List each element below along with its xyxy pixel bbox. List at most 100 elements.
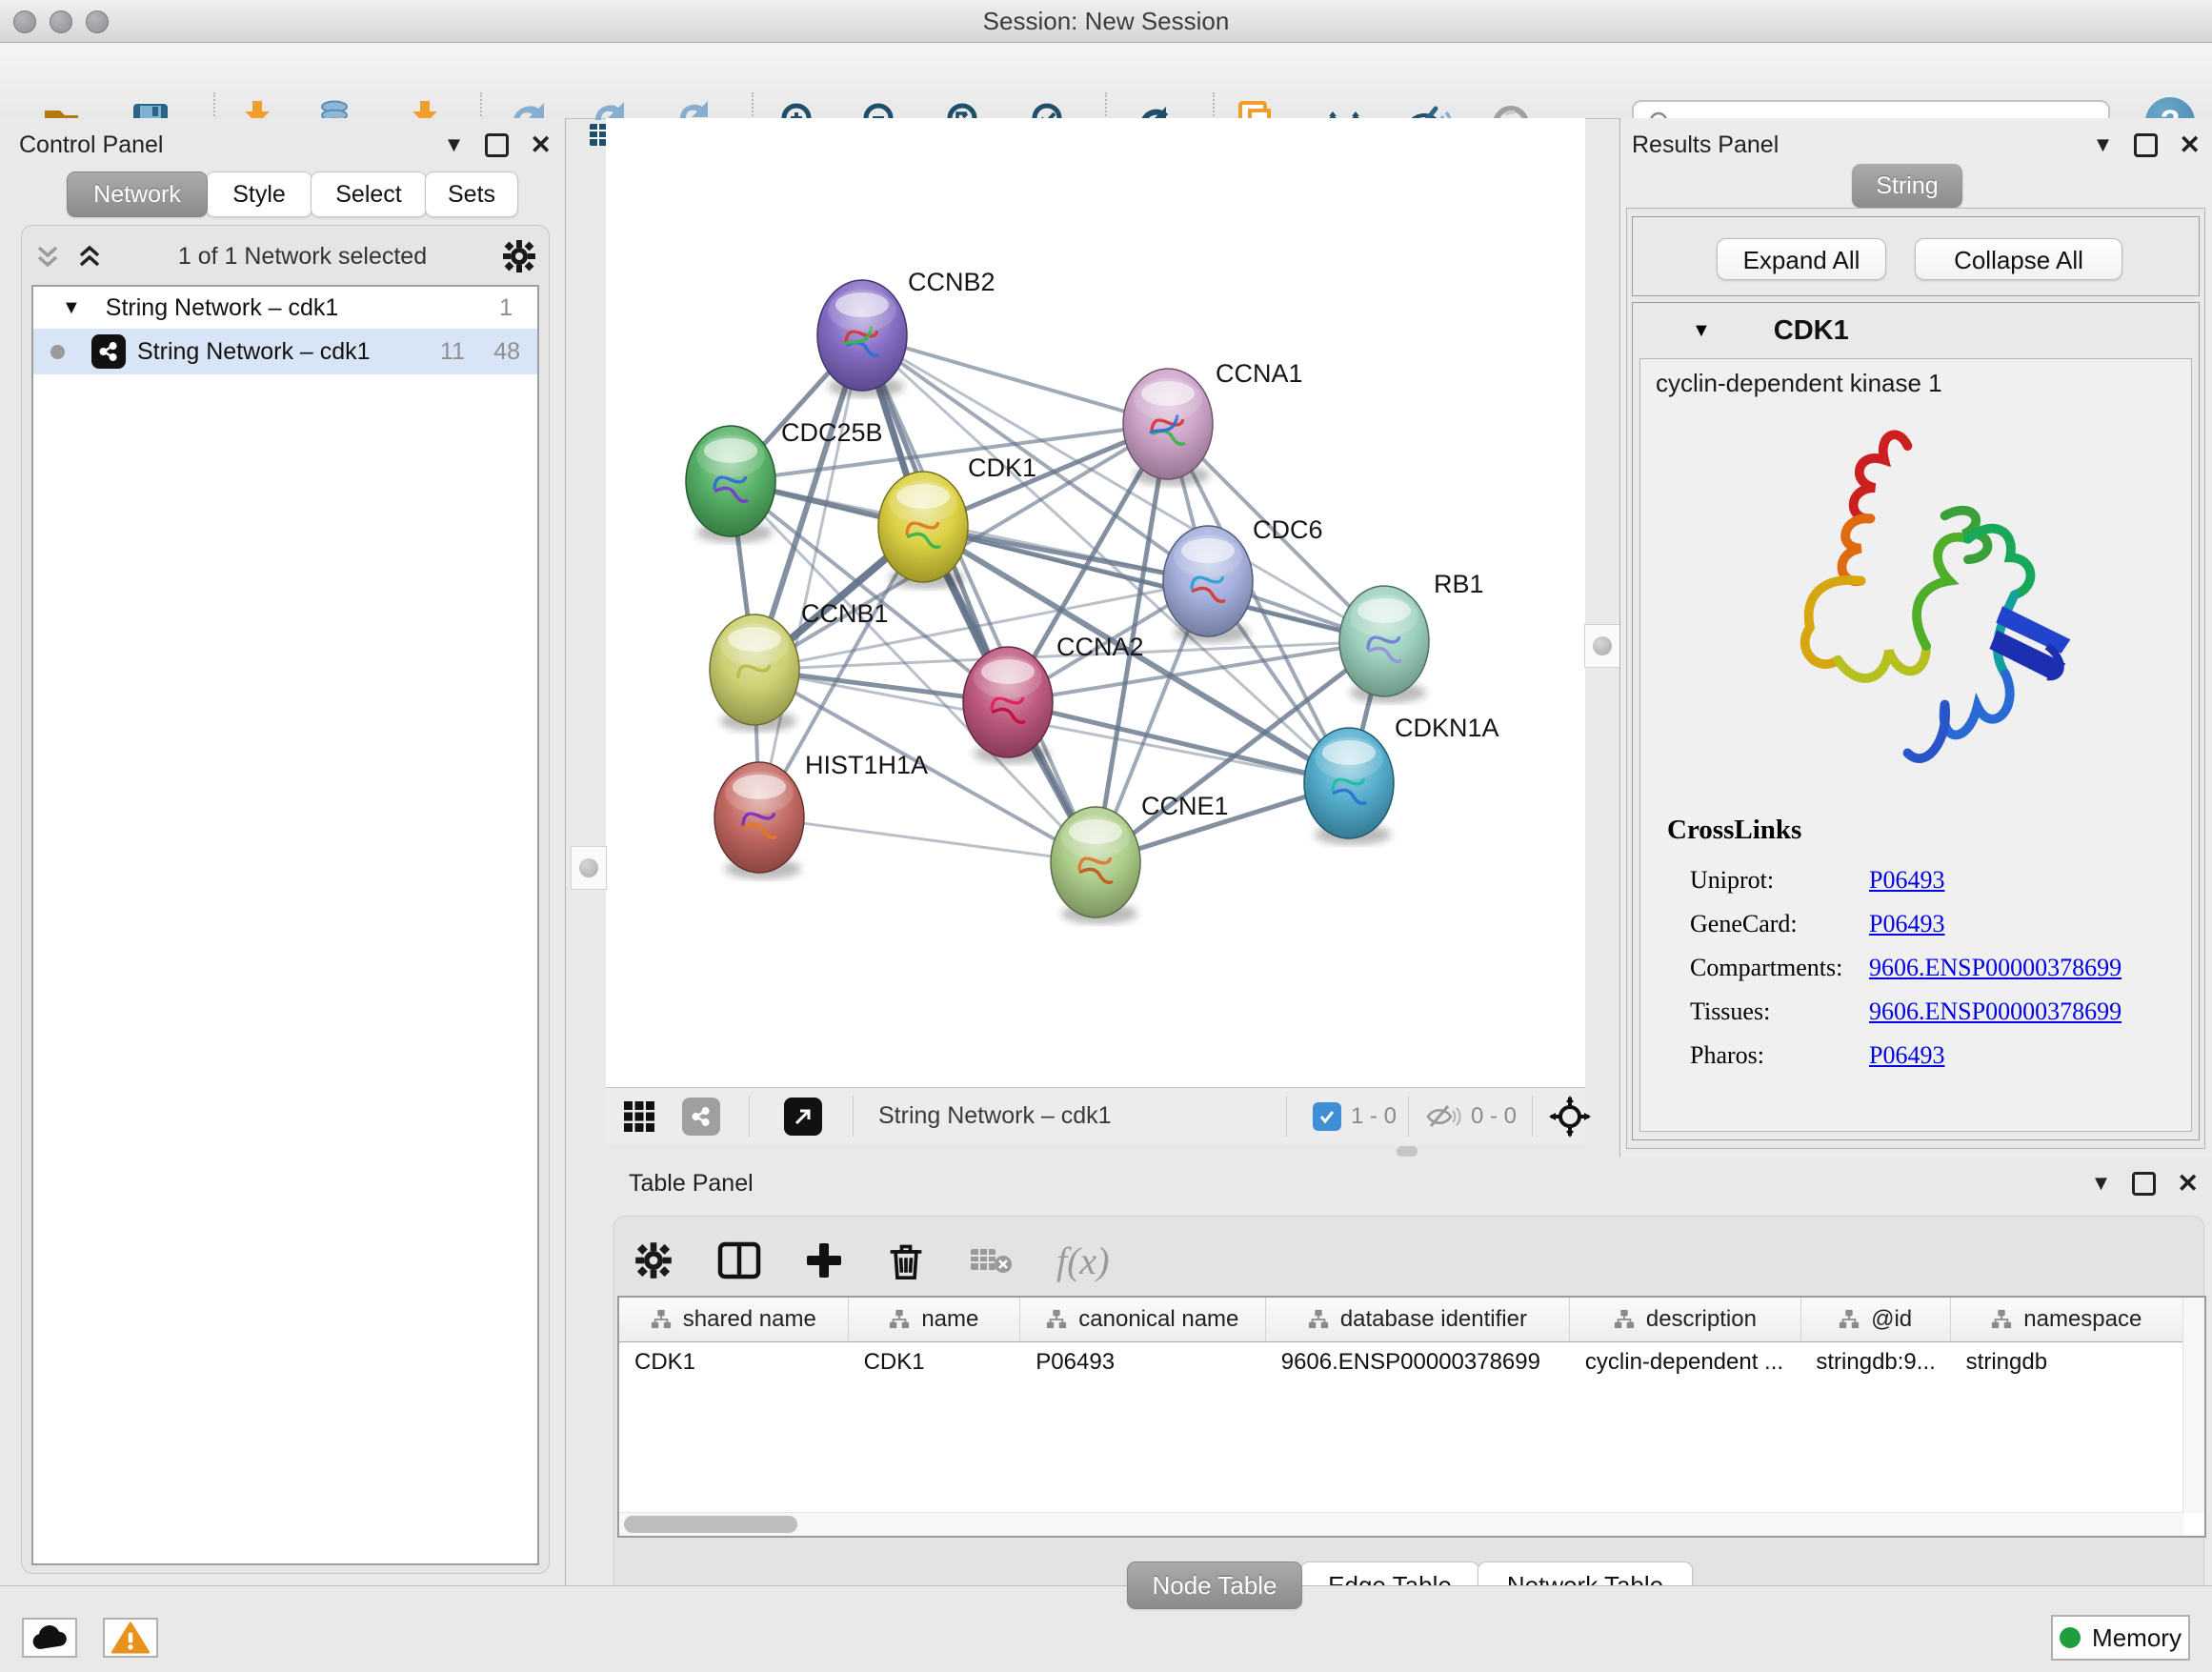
network-options-gear-icon[interactable] [501, 238, 537, 274]
tab-string[interactable]: String [1852, 164, 1962, 208]
node-table: shared namenamecanonical namedatabase id… [617, 1296, 2206, 1538]
separator [749, 1096, 750, 1137]
maximize-panel-icon[interactable] [2134, 133, 2158, 157]
column-header[interactable]: namespace [1951, 1298, 2183, 1341]
crosslinks-list: Uniprot:P06493GeneCard:P06493Compartment… [1690, 858, 2182, 1078]
node-count: 11 [412, 338, 465, 366]
tab-network[interactable]: Network [67, 171, 208, 217]
network-node[interactable]: CCNE1 [1051, 792, 1229, 924]
gene-name: CDK1 [1774, 315, 1849, 347]
maximize-panel-icon[interactable] [2132, 1172, 2156, 1196]
delete-column-icon[interactable] [887, 1239, 925, 1281]
network-collection-row[interactable]: ▼ String Network – cdk1 1 [33, 287, 537, 329]
birds-eye-view-icon[interactable] [623, 1088, 655, 1144]
hidden-nodes-indicator[interactable]: 0 - 0 [1425, 1088, 1517, 1144]
control-panel-title: Control Panel [19, 131, 163, 159]
column-header[interactable]: description [1570, 1298, 1800, 1341]
column-header[interactable]: @id [1801, 1298, 1951, 1341]
column-header[interactable]: name [849, 1298, 1020, 1341]
scrollbar-thumb[interactable] [624, 1516, 797, 1533]
cloud-button[interactable] [22, 1618, 77, 1658]
clear-table-icon[interactable] [969, 1243, 1013, 1278]
memory-button[interactable]: Memory [2051, 1615, 2190, 1661]
fit-content-icon[interactable] [1549, 1088, 1591, 1144]
network-edge[interactable] [759, 335, 862, 817]
network-edge[interactable] [862, 335, 1168, 424]
crosslink-label: Tissues: [1690, 997, 1869, 1026]
network-node[interactable]: RB1 [1339, 570, 1484, 703]
network-node-label: RB1 [1434, 570, 1484, 598]
table-row[interactable]: CDK1CDK1P064939606.ENSP00000378699cyclin… [619, 1341, 2183, 1383]
float-panel-icon[interactable]: ▼ [2093, 134, 2114, 155]
expand-all-icon[interactable] [75, 240, 104, 272]
column-header[interactable]: database identifier [1266, 1298, 1571, 1341]
table-cell[interactable]: cyclin-dependent ... [1570, 1341, 1800, 1383]
network-graph[interactable]: CCNB2CCNA1CDC25BCDK1CDC6RB1CCNB1CCNA2CDK… [606, 118, 1585, 1087]
collapse-all-icon[interactable] [33, 240, 62, 272]
tab-select[interactable]: Select [311, 171, 427, 217]
vertical-scrollbar[interactable] [2182, 1298, 2204, 1513]
right-divider-handle[interactable] [1584, 624, 1620, 668]
table-cell[interactable]: stringdb:9... [1800, 1341, 1950, 1383]
toggle-column-view-icon[interactable] [717, 1241, 761, 1279]
tab-node-table[interactable]: Node Table [1127, 1561, 1302, 1609]
network-node[interactable]: HIST1H1A [714, 751, 928, 879]
column-header[interactable]: canonical name [1020, 1298, 1266, 1341]
crosslink-link[interactable]: 9606.ENSP00000378699 [1869, 954, 2122, 982]
crosslink-link[interactable]: P06493 [1869, 866, 1944, 895]
network-edge[interactable] [759, 817, 1096, 862]
network-node[interactable]: CDK1 [878, 453, 1036, 589]
table-cell[interactable]: CDK1 [619, 1341, 849, 1383]
network-node[interactable]: CDKN1A [1304, 714, 1499, 845]
control-panel: Control Panel ▼ ✕ NetworkStyleSelectSets… [0, 118, 566, 1585]
close-panel-icon[interactable]: ✕ [2179, 132, 2201, 158]
crosslink-link[interactable]: P06493 [1869, 910, 1944, 938]
column-header[interactable]: shared name [619, 1298, 849, 1341]
crosslink-row: Pharos:P06493 [1690, 1034, 2182, 1078]
bottom-divider-handle[interactable] [1397, 1146, 1418, 1157]
horizontal-scrollbar[interactable] [619, 1512, 2183, 1536]
float-panel-icon[interactable]: ▼ [444, 134, 465, 155]
tab-sets[interactable]: Sets [425, 171, 518, 217]
crosslink-label: Pharos: [1690, 1041, 1869, 1070]
table-cell[interactable]: P06493 [1020, 1341, 1265, 1383]
network-edge[interactable] [1008, 702, 1349, 783]
close-panel-icon[interactable]: ✕ [2177, 1171, 2199, 1197]
warnings-button[interactable] [103, 1618, 158, 1658]
left-divider-handle[interactable] [571, 846, 607, 890]
cloud-icon [30, 1624, 69, 1651]
table-settings-gear-icon[interactable] [633, 1240, 674, 1280]
table-cell[interactable]: 9606.ENSP00000378699 [1266, 1341, 1570, 1383]
column-type-icon [1839, 1309, 1860, 1330]
crosslink-link[interactable]: 9606.ENSP00000378699 [1869, 997, 2122, 1026]
tree-expand-caret-icon[interactable]: ▼ [62, 297, 81, 319]
close-panel-icon[interactable]: ✕ [530, 132, 552, 158]
collapse-all-button[interactable]: Collapse All [1915, 238, 2122, 280]
network-overview-toggle-icon[interactable] [682, 1088, 720, 1144]
network-row-selected[interactable]: String Network – cdk1 11 48 [33, 329, 537, 374]
network-node[interactable]: CDC6 [1163, 515, 1323, 643]
expand-all-button[interactable]: Expand All [1717, 238, 1886, 280]
hidden-counter: 0 - 0 [1471, 1103, 1517, 1130]
network-edge[interactable] [862, 335, 1096, 862]
tab-style[interactable]: Style [206, 171, 312, 217]
column-type-icon [889, 1309, 910, 1330]
float-panel-icon[interactable]: ▼ [2091, 1173, 2112, 1194]
maximize-panel-icon[interactable] [485, 133, 509, 157]
detach-view-icon[interactable] [784, 1088, 822, 1144]
string-results-container: Expand All Collapse All ▼ CDK1 cyclin-de… [1626, 208, 2205, 1149]
selected-nodes-indicator[interactable]: 1 - 0 [1313, 1088, 1397, 1144]
network-share-icon [91, 334, 126, 369]
section-collapse-caret-icon[interactable]: ▼ [1692, 320, 1711, 342]
network-node[interactable]: CCNB2 [817, 268, 995, 397]
table-cell[interactable]: CDK1 [849, 1341, 1021, 1383]
network-node-label: CCNE1 [1141, 792, 1229, 820]
network-canvas[interactable]: CCNB2CCNA1CDC25BCDK1CDC6RB1CCNB1CCNA2CDK… [606, 118, 1585, 1087]
column-header-label: description [1646, 1306, 1757, 1333]
crosslink-link[interactable]: P06493 [1869, 1041, 1944, 1070]
current-network-dot-icon [50, 345, 65, 359]
gene-section-header[interactable]: ▼ CDK1 [1633, 303, 2199, 358]
function-builder-icon[interactable]: f(x) [1056, 1239, 1110, 1283]
add-column-icon[interactable] [805, 1241, 843, 1279]
table-cell[interactable]: stringdb [1951, 1341, 2183, 1383]
